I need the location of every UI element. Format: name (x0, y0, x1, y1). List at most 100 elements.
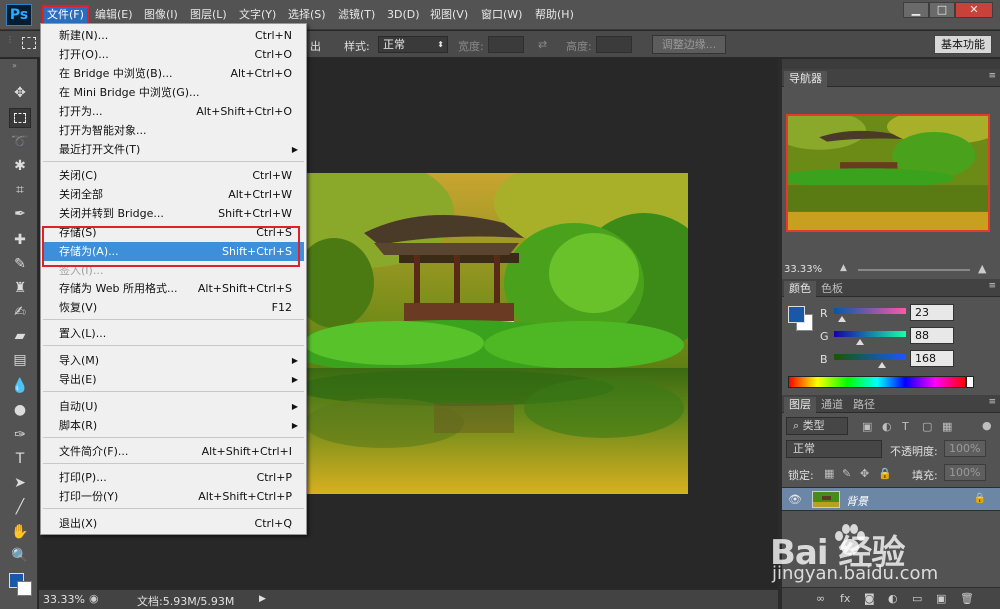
eye-icon[interactable]: 👁 (788, 493, 802, 506)
pen-tool-icon[interactable]: ✑ (9, 425, 31, 445)
maximize-icon[interactable]: □ (929, 2, 955, 18)
g-value-input[interactable]: 88 (910, 327, 954, 344)
blur-tool-icon[interactable]: 💧 (9, 376, 31, 396)
refine-edge-button[interactable]: 调整边缘... (652, 35, 726, 54)
lasso-tool-icon[interactable]: ➰ (9, 132, 31, 152)
navigator-zoom[interactable]: 33.33% (784, 264, 822, 275)
menu-select[interactable]: 选择(S) (285, 7, 329, 23)
menu-item-recent-files[interactable]: 最近打开文件(T) ▶ (43, 140, 304, 159)
panel-menu-icon[interactable]: ≡ (988, 71, 996, 81)
menu-item-save-for-web[interactable]: 存储为 Web 所用格式... Alt+Shift+Ctrl+S (43, 279, 304, 298)
filter-smart-object-icon[interactable]: ▦ (942, 420, 952, 433)
magic-wand-tool-icon[interactable]: ✱ (9, 156, 31, 176)
menu-item-browse-mini-bridge[interactable]: 在 Mini Bridge 中浏览(G)... (43, 83, 304, 102)
type-tool-icon[interactable]: T (9, 449, 31, 469)
tab-color[interactable]: 颜色 (784, 281, 816, 297)
menu-item-close-all[interactable]: 关闭全部 Alt+Ctrl+W (43, 185, 304, 204)
menu-view[interactable]: 视图(V) (427, 7, 471, 23)
background-color-swatch[interactable] (17, 581, 32, 596)
style-select[interactable]: 正常 ⬍ (378, 36, 448, 53)
filter-pixel-icon[interactable]: ▣ (862, 420, 872, 433)
eraser-tool-icon[interactable]: ▰ (9, 326, 31, 346)
menu-item-print-one-copy[interactable]: 打印一份(Y) Alt+Shift+Ctrl+P (43, 487, 304, 506)
blend-mode-select[interactable]: 正常 (786, 440, 882, 458)
tab-swatches[interactable]: 色板 (816, 281, 848, 297)
crop-tool-icon[interactable]: ⌗ (9, 180, 31, 200)
menu-item-open-smart-object[interactable]: 打开为智能对象... (43, 121, 304, 140)
menu-type[interactable]: 文字(Y) (236, 7, 279, 23)
r-slider[interactable] (834, 308, 906, 314)
color-spectrum-white-black[interactable] (966, 376, 974, 388)
fill-input[interactable]: 100% (944, 464, 986, 481)
tab-navigator[interactable]: 导航器 (784, 71, 827, 87)
tab-channels[interactable]: 通道 (816, 397, 848, 413)
layer-row-background[interactable]: 👁 背景 🔒 (782, 487, 1000, 511)
filter-type-icon[interactable]: T (902, 420, 909, 433)
menu-edit[interactable]: 编辑(E) (92, 7, 136, 23)
navigator-zoom-slider[interactable] (858, 269, 970, 271)
menu-item-open[interactable]: 打开(O)... Ctrl+O (43, 45, 304, 64)
eyedropper-tool-icon[interactable]: ✒ (9, 204, 31, 224)
menu-help[interactable]: 帮助(H) (532, 7, 577, 23)
menu-filter[interactable]: 滤镜(T) (335, 7, 378, 23)
color-foreground-swatch[interactable] (788, 306, 805, 323)
collapse-icon[interactable]: » (12, 61, 17, 70)
menu-item-save[interactable]: 存储(S) Ctrl+S (43, 223, 304, 242)
zoom-tool-icon[interactable]: 🔍 (9, 546, 31, 566)
adjustment-layer-icon[interactable]: ◐ (888, 592, 898, 605)
brush-tool-icon[interactable]: ✎ (9, 254, 31, 274)
lock-image-icon[interactable]: ✎ (842, 467, 851, 480)
status-menu-arrow-icon[interactable]: ▶ (259, 594, 266, 604)
minimize-icon[interactable]: ▁ (903, 2, 929, 18)
zoom-in-icon[interactable]: ▲ (978, 262, 986, 275)
history-brush-tool-icon[interactable]: ✍ (9, 302, 31, 322)
clone-stamp-tool-icon[interactable]: ♜ (9, 278, 31, 298)
menu-item-import[interactable]: 导入(M) ▶ (43, 351, 304, 370)
new-layer-icon[interactable]: ▣ (936, 592, 946, 605)
status-info-icon[interactable]: ◉ (89, 592, 99, 605)
tab-layers[interactable]: 图层 (784, 397, 816, 413)
menu-item-new[interactable]: 新建(N)... Ctrl+N (43, 26, 304, 45)
add-mask-icon[interactable]: ◙ (864, 592, 875, 605)
height-input[interactable] (596, 36, 632, 53)
width-input[interactable] (488, 36, 524, 53)
tab-paths[interactable]: 路径 (848, 397, 880, 413)
panel-menu-icon[interactable]: ≡ (988, 397, 996, 407)
menu-window[interactable]: 窗口(W) (478, 7, 525, 23)
menu-item-open-as[interactable]: 打开为... Alt+Shift+Ctrl+O (43, 102, 304, 121)
color-spectrum-ramp[interactable] (788, 376, 966, 388)
link-layers-icon[interactable]: ∞ (816, 592, 825, 605)
menu-item-close[interactable]: 关闭(C) Ctrl+W (43, 166, 304, 185)
new-group-icon[interactable]: ▭ (912, 592, 922, 605)
r-value-input[interactable]: 23 (910, 304, 954, 321)
menu-item-place[interactable]: 置入(L)... (43, 324, 304, 343)
menu-item-exit[interactable]: 退出(X) Ctrl+Q (43, 514, 304, 533)
rect-marquee-tool-icon[interactable] (9, 108, 31, 128)
lock-position-icon[interactable]: ✥ (860, 467, 869, 480)
move-tool-icon[interactable]: ✥ (9, 83, 31, 103)
g-slider[interactable] (834, 331, 906, 337)
b-slider-knob[interactable] (878, 362, 886, 368)
menu-item-revert[interactable]: 恢复(V) F12 (43, 298, 304, 317)
lock-all-icon[interactable]: 🔒 (878, 467, 892, 480)
gradient-tool-icon[interactable]: ▤ (9, 350, 31, 370)
r-slider-knob[interactable] (838, 316, 846, 322)
hand-tool-icon[interactable]: ✋ (9, 522, 31, 542)
shape-tool-icon[interactable]: ╱ (9, 497, 31, 517)
navigator-thumbnail[interactable] (786, 114, 990, 232)
zoom-out-icon[interactable]: ▲ (840, 263, 847, 273)
workspace-button[interactable]: 基本功能 (934, 35, 992, 54)
menu-layer[interactable]: 图层(L) (187, 7, 230, 23)
healing-brush-tool-icon[interactable]: ✚ (9, 230, 31, 250)
menu-item-print[interactable]: 打印(P)... Ctrl+P (43, 468, 304, 487)
layer-name[interactable]: 背景 (846, 493, 868, 509)
menu-image[interactable]: 图像(I) (141, 7, 181, 23)
marquee-preset-icon[interactable] (22, 37, 36, 49)
lock-transparent-icon[interactable]: ▦ (824, 467, 834, 480)
opacity-input[interactable]: 100% (944, 440, 986, 457)
menu-item-export[interactable]: 导出(E) ▶ (43, 370, 304, 389)
filter-adjustment-icon[interactable]: ◐ (882, 420, 892, 433)
dodge-tool-icon[interactable]: ● (9, 400, 31, 420)
menu-item-automate[interactable]: 自动(U) ▶ (43, 397, 304, 416)
menu-file[interactable]: 文件(F) (42, 5, 89, 25)
